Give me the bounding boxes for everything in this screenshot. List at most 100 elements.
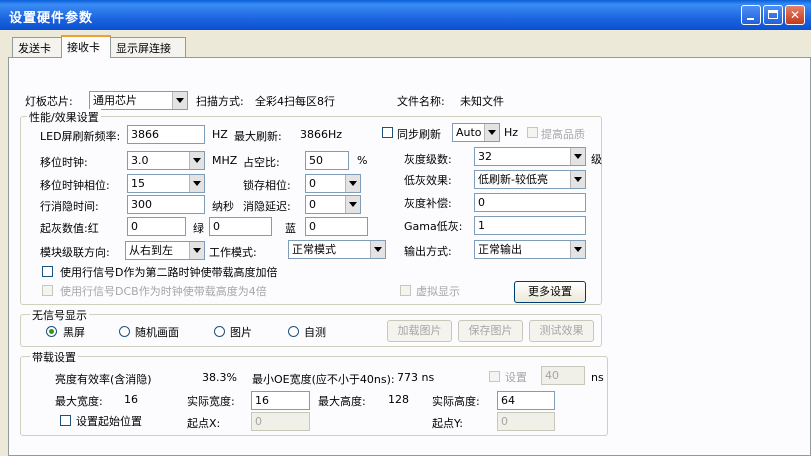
low-gray-select[interactable]: 低刷新-较低亮	[474, 170, 586, 189]
load-picture-button[interactable]: 加载图片	[387, 320, 452, 342]
radio-random-label: 随机画面	[135, 326, 179, 339]
row-d-checkbox[interactable]	[42, 266, 53, 277]
max-height-label: 最大高度:	[318, 395, 366, 408]
start-green-input[interactable]: 0	[209, 217, 272, 236]
save-picture-button[interactable]: 保存图片	[458, 320, 523, 342]
duty-input[interactable]: 50	[305, 151, 349, 170]
chevron-down-icon	[189, 242, 204, 259]
close-button[interactable]: ✕	[785, 5, 805, 25]
blue-label: 蓝	[285, 222, 296, 235]
row-dcb-checkbox[interactable]	[42, 285, 53, 296]
gamma-input[interactable]: 1	[474, 216, 586, 235]
start-red-input[interactable]: 0	[127, 217, 186, 236]
output-select[interactable]: 正常输出	[474, 240, 586, 259]
gray-select-value: 32	[478, 150, 492, 163]
mhz-label: MHZ	[212, 154, 238, 167]
radio-picture-label: 图片	[230, 326, 252, 339]
duty-label: 占空比:	[243, 156, 280, 169]
start-y-label: 起点Y:	[432, 417, 463, 430]
blank-delay-select-value: 0	[309, 198, 316, 211]
mhz-unit: HZ	[212, 128, 228, 141]
gray-unit: 级	[591, 153, 602, 166]
max-refresh-label: 最大刷新:	[234, 130, 282, 143]
work-mode-select-value: 正常模式	[292, 243, 336, 256]
brightness-label: 亮度有效率(含消隐)	[55, 373, 152, 386]
minimize-icon	[747, 18, 754, 20]
radio-picture[interactable]	[214, 326, 225, 337]
gamma-label: Gama低灰:	[404, 220, 463, 233]
start-x-input[interactable]: 0	[251, 412, 310, 431]
blank-time-input[interactable]: 300	[127, 195, 205, 214]
oe-set-input[interactable]: 40	[541, 366, 585, 385]
gray-label: 灰度级数:	[404, 153, 452, 166]
oe-set-label: 设置	[505, 371, 527, 384]
start-gray-label: 起灰数值:红	[40, 222, 99, 235]
tab-send-card[interactable]: 发送卡	[12, 37, 62, 57]
gray-comp-input[interactable]: 0	[474, 193, 586, 212]
chip-label: 灯板芯片:	[25, 95, 73, 108]
radio-random[interactable]	[119, 326, 130, 337]
work-mode-select[interactable]: 正常模式	[288, 240, 386, 259]
radio-self-test[interactable]	[288, 326, 299, 337]
green-label: 绿	[193, 222, 204, 235]
chevron-down-icon	[570, 241, 585, 258]
chip-select-value: 通用芯片	[93, 94, 137, 107]
percent-unit: %	[357, 154, 368, 167]
window-title: 设置硬件参数	[9, 11, 94, 26]
file-value: 未知文件	[460, 95, 504, 108]
chevron-down-icon	[345, 175, 360, 192]
row-dcb-label: 使用行信号DCB作为时钟使带载高度为4倍	[60, 285, 267, 298]
test-effect-button[interactable]: 测试效果	[529, 320, 594, 342]
title-bar[interactable]: 设置硬件参数 ✕	[0, 0, 811, 30]
minimize-button[interactable]	[741, 5, 761, 25]
load-group-label: 带载设置	[30, 349, 78, 365]
close-icon: ✕	[789, 8, 801, 22]
ns-label: 纳秒	[212, 200, 234, 213]
oe-set-checkbox[interactable]	[489, 371, 500, 382]
set-start-checkbox[interactable]	[60, 415, 71, 426]
start-y-input[interactable]: 0	[497, 412, 555, 431]
radio-self-test-label: 自测	[304, 326, 326, 339]
led-freq-input[interactable]: 3866	[127, 125, 205, 144]
min-oe-label: 最小OE宽度(应不小于40ns):	[252, 373, 395, 386]
blank-time-label: 行消隐时间:	[40, 200, 99, 213]
actual-width-input[interactable]: 16	[251, 391, 310, 410]
shift-phase-select[interactable]: 15	[127, 174, 205, 193]
tab-screen-connection[interactable]: 显示屏连接	[110, 37, 186, 57]
max-width-value: 16	[124, 393, 138, 406]
low-gray-label: 低灰效果:	[404, 174, 452, 187]
blank-delay-select[interactable]: 0	[305, 195, 361, 214]
latch-phase-select[interactable]: 0	[305, 174, 361, 193]
shift-clock-select[interactable]: 3.0	[127, 151, 205, 170]
sync-refresh-select[interactable]: Auto	[452, 123, 500, 142]
improve-quality-label: 提高品质	[541, 128, 585, 141]
more-settings-button[interactable]: 更多设置	[514, 281, 586, 303]
chevron-down-icon	[189, 152, 204, 169]
chevron-down-icon	[570, 148, 585, 165]
chevron-down-icon	[570, 171, 585, 188]
perf-group-label: 性能/效果设置	[27, 109, 101, 125]
tab-receive-card[interactable]: 接收卡	[61, 35, 111, 58]
sync-refresh-checkbox[interactable]	[382, 127, 393, 138]
scan-label: 扫描方式:	[196, 95, 244, 108]
low-gray-select-value: 低刷新-较低亮	[478, 173, 548, 186]
start-blue-input[interactable]: 0	[305, 217, 368, 236]
shift-phase-label: 移位时钟相位:	[40, 179, 110, 192]
gray-select[interactable]: 32	[474, 147, 586, 166]
virtual-checkbox[interactable]	[400, 285, 411, 296]
hz-unit: Hz	[504, 126, 519, 139]
radio-black-screen[interactable]	[46, 326, 57, 337]
actual-height-input[interactable]: 64	[497, 391, 555, 410]
maximize-button[interactable]	[763, 5, 783, 25]
file-label: 文件名称:	[397, 95, 445, 108]
cascade-select[interactable]: 从右到左	[125, 241, 205, 260]
chevron-down-icon	[484, 124, 499, 141]
chevron-down-icon	[345, 196, 360, 213]
chip-select[interactable]: 通用芯片	[89, 91, 188, 110]
shift-clock-label: 移位时钟:	[40, 156, 88, 169]
latch-phase-label: 锁存相位:	[243, 179, 291, 192]
chevron-down-icon	[370, 241, 385, 258]
improve-quality-checkbox[interactable]	[527, 127, 538, 138]
max-width-label: 最大宽度:	[55, 395, 103, 408]
shift-clock-select-value: 3.0	[131, 154, 149, 167]
